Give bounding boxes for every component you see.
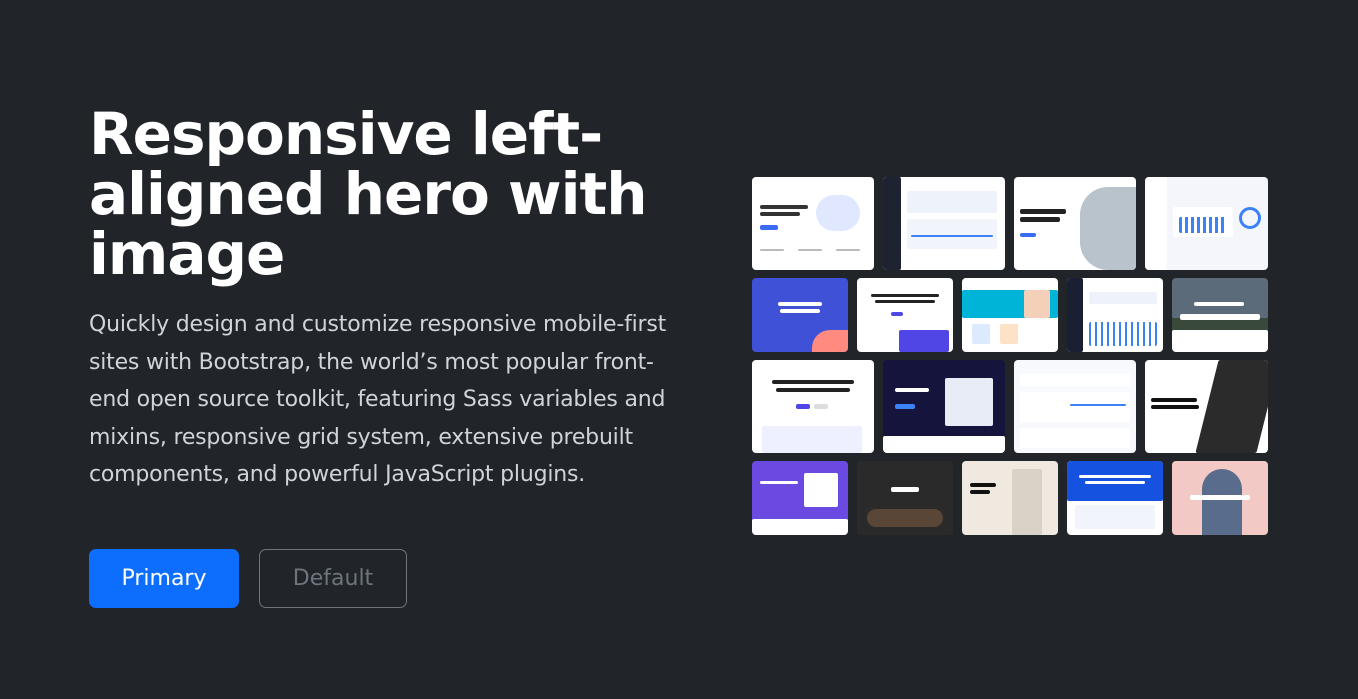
- thumbnail-denim: [1172, 461, 1268, 535]
- thumbnail-launch: [752, 278, 848, 352]
- hero-lead: Quickly design and customize responsive …: [89, 312, 667, 487]
- thumbnail-landkit: [752, 177, 874, 270]
- thumbnail-food: [857, 461, 953, 535]
- thumbnail-dashboard-dark: [883, 177, 1005, 270]
- thumbnail-design-system-2: [752, 360, 874, 453]
- hero-title: Responsive left-aligned hero with image: [89, 100, 648, 288]
- thumbnail-travel: [1172, 278, 1268, 352]
- thumbnail-startup: [1014, 177, 1136, 270]
- thumbnail-fashion: [962, 461, 1058, 535]
- thumbnail-admin-dashboard: [1145, 177, 1268, 270]
- hero-actions: Primary Default: [89, 549, 407, 608]
- thumbnail-analytics-light: [1014, 360, 1136, 453]
- thumbnail-portfolio: [962, 278, 1058, 352]
- thumbnail-better-way: [883, 360, 1005, 453]
- showcase-image: [752, 177, 1268, 535]
- primary-button[interactable]: Primary: [89, 549, 239, 608]
- thumbnail-docs: [1067, 461, 1163, 535]
- thumbnail-analytics-dark: [1067, 278, 1163, 352]
- thumbnail-expert: [1145, 360, 1268, 453]
- thumbnail-design-system: [857, 278, 953, 352]
- hero-text: Responsive left-aligned hero with image …: [89, 104, 689, 494]
- thumbnail-purple: [752, 461, 848, 535]
- default-button[interactable]: Default: [259, 549, 407, 608]
